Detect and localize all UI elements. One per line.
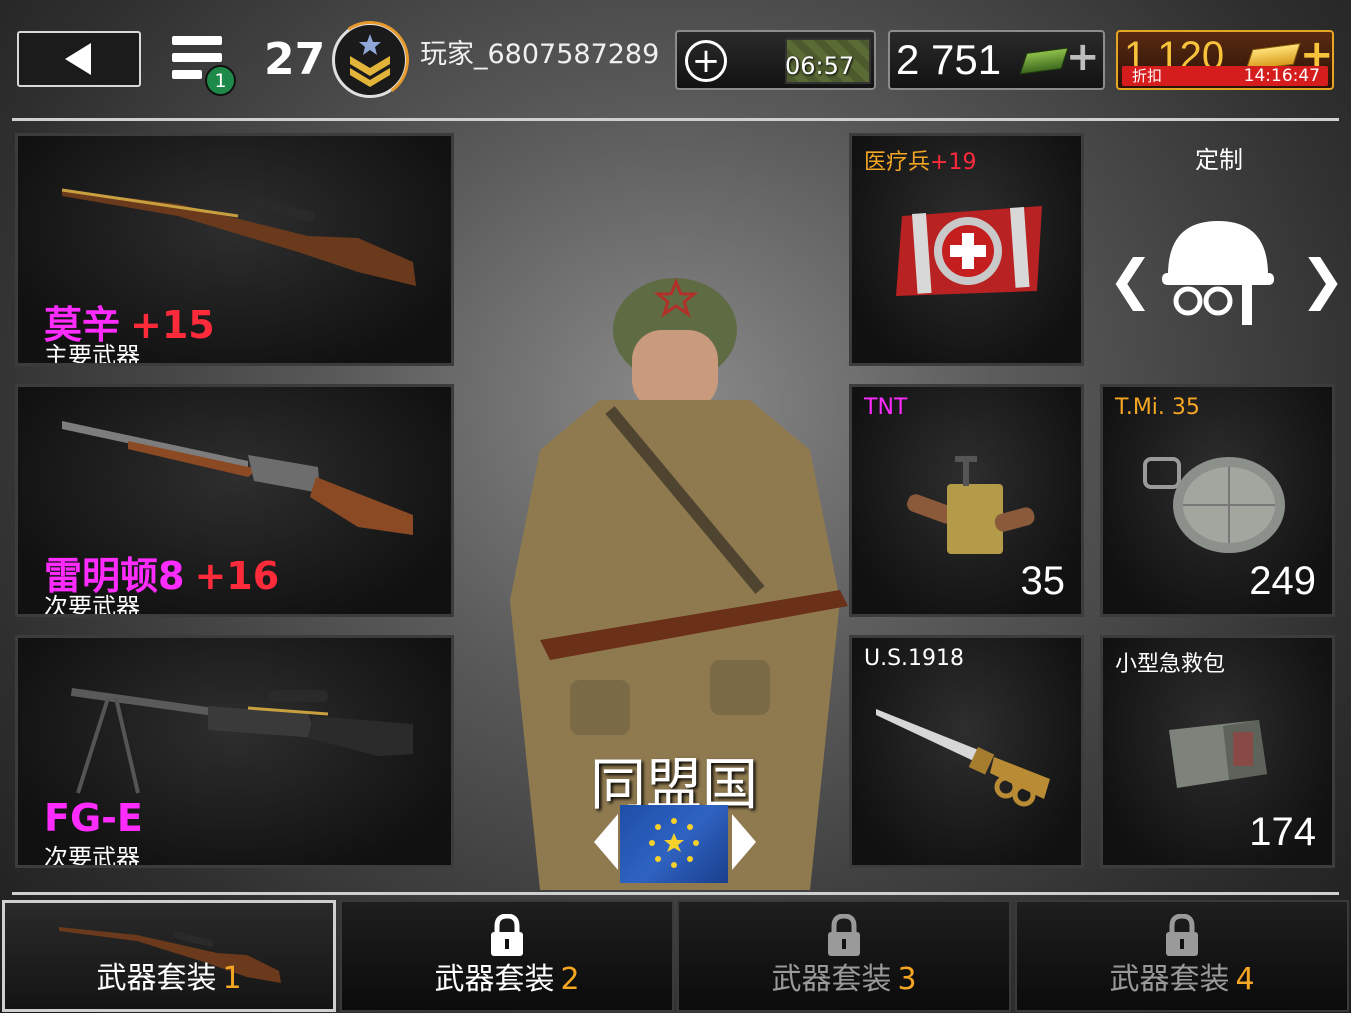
weapon-type: 次要武器 [44,593,140,617]
cash-amount: 2 751 [896,36,1002,83]
tnt-icon [907,456,1035,554]
primary-weapon-slot[interactable]: 莫辛 +15 主要武器 [15,133,454,366]
weapon-type: 次要武器 [44,844,140,868]
tnt-slot[interactable]: TNT 35 [849,384,1084,617]
cash-icon [1019,47,1069,75]
tab-label-text: 武器套装 [96,961,217,996]
gold-box[interactable]: 1 120 + 折扣 14:16:47 [1116,30,1334,90]
tab-number: 4 [1235,962,1255,997]
back-arrow-icon [65,43,91,75]
tab-number: 1 [222,961,242,996]
helmet-icon[interactable] [1158,215,1278,330]
cash-box[interactable]: 2 751 + [888,30,1105,90]
trench-knife-icon [876,709,1050,807]
add-icon[interactable]: + [685,40,727,82]
fg-e-rifle-icon [70,687,413,794]
discount-label: 折扣 [1132,67,1163,85]
weapon-type: 主要武器 [44,342,140,366]
bottom-divider [12,892,1339,895]
allies-flag-icon [620,805,728,883]
medic-ribbon-icon [896,206,1042,296]
tab-label-text: 武器套装 [771,962,892,997]
top-bar: 1 27 玩家_6807587289 + 06:57 2 751 + 1 120… [0,0,1351,118]
weapon-bonus: +16 [194,554,280,598]
lock-icon [1166,914,1198,956]
tab-loadout-4[interactable]: 武器套装 4 [1015,900,1349,1012]
item-label: TNT [864,395,908,420]
crate-timer: 06:57 [785,52,855,80]
crate-timer-box[interactable]: + 06:57 [675,30,876,90]
tab-label: 武器套装 1 [5,953,333,997]
tab-number: 2 [560,962,580,997]
secondary-weapon-slot-2[interactable]: FG-E 次要武器 [15,635,454,868]
tab-loadout-2[interactable]: 武器套装 2 [340,900,674,1012]
mosin-rifle-icon [61,188,416,286]
medkit-slot[interactable]: 小型急救包 174 [1100,635,1335,868]
weapon-bonus: +15 [130,303,215,347]
notification-badge: 1 [205,65,236,96]
weapon-name: FG-E [44,796,143,840]
rank-sergeant-icon[interactable] [324,14,416,106]
faction-next-button[interactable] [728,812,758,872]
perk-label: 医疗兵+19 [864,144,976,176]
tab-number: 3 [897,962,917,997]
discount-timer: 14:16:47 [1243,66,1320,86]
item-label: U.S.1918 [864,646,965,671]
knife-slot[interactable]: U.S.1918 [849,635,1084,868]
perk-name: 医疗兵 [864,150,931,175]
lock-icon [491,914,523,956]
medkit-icon [1169,720,1267,788]
item-label: T.Mi. 35 [1115,395,1200,420]
item-count: 249 [1249,559,1316,603]
rank-progress-arc [324,14,416,106]
tab-loadout-1[interactable]: 武器套装 1 [2,900,336,1012]
perk-bonus: +19 [930,150,977,175]
weapon-name-text: FG-E [44,796,143,840]
faction-prev-button[interactable] [592,812,622,872]
player-level: 27 [264,34,326,85]
back-button[interactable] [17,31,141,87]
mine-slot[interactable]: T.Mi. 35 249 [1100,384,1335,617]
secondary-weapon-slot-1[interactable]: 雷明顿8 +16 次要武器 [15,384,454,617]
menu-icon-line [172,53,222,62]
menu-icon-line [172,70,202,79]
item-count: 35 [1020,559,1066,603]
item-count: 174 [1249,810,1316,854]
tab-label: 武器套装 2 [342,954,672,998]
player-name[interactable]: 玩家_6807587289 [420,32,659,71]
menu-button[interactable]: 1 [170,34,236,96]
perk-slot[interactable]: 医疗兵+19 [849,133,1084,366]
landmine-icon [1143,457,1285,553]
lock-icon [828,914,860,956]
helmet-next-button[interactable]: ❯ [1300,248,1345,311]
customize-title: 定制 [1195,146,1243,174]
flag-stars [649,818,699,868]
tab-loadout-3[interactable]: 武器套装 3 [677,900,1011,1012]
helmet-prev-button[interactable]: ❮ [1108,248,1153,311]
remington-rifle-icon [62,421,413,535]
menu-icon [172,36,222,45]
item-label: 小型急救包 [1115,652,1226,677]
tab-label: 武器套装 3 [679,954,1009,998]
tab-label-text: 武器套装 [434,962,555,997]
discount-bar: 折扣 14:16:47 [1122,66,1328,86]
tab-label: 武器套装 4 [1017,954,1347,998]
top-divider [12,118,1339,121]
add-cash-icon[interactable]: + [1066,34,1100,80]
tab-label-text: 武器套装 [1109,962,1230,997]
